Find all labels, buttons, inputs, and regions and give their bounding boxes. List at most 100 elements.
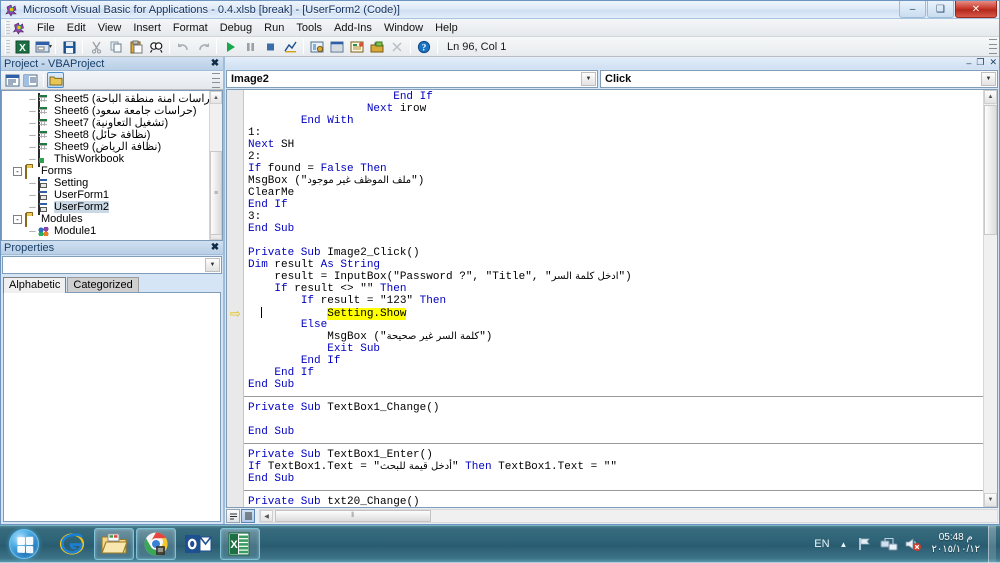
menu-window[interactable]: Window bbox=[378, 21, 429, 35]
code-close-button[interactable]: ✕ bbox=[989, 57, 997, 68]
paste-icon[interactable] bbox=[126, 38, 146, 56]
procedure-view-button[interactable] bbox=[226, 509, 240, 523]
code-line[interactable]: Setting.Show bbox=[244, 307, 997, 319]
code-line[interactable]: MsgBox ("ملف الموظف غير موجود") bbox=[244, 175, 997, 187]
menu-tools[interactable]: Tools bbox=[290, 21, 328, 35]
taskbar-google-chrome[interactable] bbox=[136, 528, 176, 560]
tree-row-sheet9[interactable]: ─ Sheet9 (نظافة الرياض) bbox=[2, 141, 222, 153]
code-line[interactable]: Private Sub TextBox1_Enter() bbox=[244, 449, 997, 461]
tree-row-sheet5[interactable]: ─ Sheet5 (حراسات امنة منطقة الباحة) bbox=[2, 93, 222, 105]
code-line[interactable] bbox=[244, 235, 997, 247]
menu-insert[interactable]: Insert bbox=[127, 21, 167, 35]
reset-icon[interactable] bbox=[260, 38, 280, 56]
view-code-icon[interactable] bbox=[4, 72, 21, 88]
code-line[interactable] bbox=[244, 414, 997, 426]
code-line[interactable]: If TextBox1.Text = "أدخل قيمة للبحث" The… bbox=[244, 461, 997, 473]
minimize-button[interactable]: – bbox=[899, 1, 926, 18]
scroll-up-icon[interactable]: ▲ bbox=[984, 90, 997, 104]
design-mode-icon[interactable] bbox=[280, 38, 300, 56]
network-icon[interactable] bbox=[879, 533, 899, 555]
full-module-view-button[interactable] bbox=[241, 509, 255, 523]
code-line[interactable]: Private Sub TextBox1_Change() bbox=[244, 402, 997, 414]
code-line[interactable]: 3: bbox=[244, 211, 997, 223]
taskbar-internet-explorer[interactable] bbox=[52, 528, 92, 560]
code-line[interactable]: End If bbox=[244, 367, 997, 379]
toolbar-gripper[interactable] bbox=[5, 40, 10, 54]
code-line[interactable]: End Sub bbox=[244, 473, 997, 485]
code-minimize-button[interactable]: – bbox=[966, 58, 971, 68]
code-margin-indicator-bar[interactable]: ⇨ bbox=[227, 90, 244, 507]
properties-pane-titlebar[interactable]: Properties ✖ bbox=[1, 241, 223, 255]
volume-muted-icon[interactable] bbox=[903, 533, 923, 555]
project-pane-titlebar[interactable]: Project - VBAProject ✖ bbox=[1, 57, 223, 71]
code-line[interactable]: End With bbox=[244, 115, 997, 127]
scroll-left-icon[interactable]: ◀ bbox=[260, 510, 273, 522]
properties-pane-close-icon[interactable]: ✖ bbox=[209, 241, 221, 254]
code-window-titlebar[interactable]: – ❐ ✕ bbox=[225, 57, 999, 69]
cut-icon[interactable] bbox=[86, 38, 106, 56]
code-restore-button[interactable]: ❐ bbox=[976, 57, 984, 68]
properties-object-combo[interactable]: ▼ bbox=[2, 256, 222, 274]
show-desktop-button[interactable] bbox=[988, 526, 996, 563]
code-line[interactable]: Dim result As String bbox=[244, 259, 997, 271]
title-bar[interactable]: Microsoft Visual Basic for Applications … bbox=[1, 1, 999, 19]
toggle-folders-icon[interactable] bbox=[47, 72, 64, 88]
action-center-flag-icon[interactable] bbox=[855, 533, 875, 555]
code-line[interactable]: If found = False Then bbox=[244, 163, 997, 175]
code-text-area[interactable]: End If Next irow End With1:Next SH2:If f… bbox=[244, 90, 997, 507]
tree-row-sheet7[interactable]: ─ Sheet7 (تشغيل التعاونية) bbox=[2, 117, 222, 129]
taskbar-excel[interactable]: X bbox=[220, 528, 260, 560]
break-icon[interactable] bbox=[240, 38, 260, 56]
undo-icon[interactable] bbox=[173, 38, 193, 56]
menu-help[interactable]: Help bbox=[429, 21, 464, 35]
project-explorer-icon[interactable] bbox=[307, 38, 327, 56]
code-line[interactable]: If result = "123" Then bbox=[244, 295, 997, 307]
code-line[interactable]: Next irow bbox=[244, 103, 997, 115]
language-indicator[interactable]: EN bbox=[814, 538, 829, 550]
scroll-down-icon[interactable]: ▼ bbox=[984, 493, 997, 507]
chevron-down-icon[interactable]: ▼ bbox=[581, 72, 596, 86]
insert-userform-icon[interactable] bbox=[32, 38, 52, 56]
menu-edit[interactable]: Edit bbox=[61, 21, 92, 35]
code-line[interactable]: 1: bbox=[244, 127, 997, 139]
tree-row-sheet6[interactable]: ─ Sheet6 (حراسات جامعة سعود) bbox=[2, 105, 222, 117]
tree-row-thisworkbook[interactable]: ─ ThisWorkbook bbox=[2, 153, 222, 165]
tab-categorized[interactable]: Categorized bbox=[67, 277, 138, 292]
tree-row-forms-group[interactable]: - Forms bbox=[2, 165, 222, 177]
hscroll-thumb[interactable]: ⦀ bbox=[275, 510, 431, 522]
code-vertical-scrollbar[interactable]: ▲ ▼ bbox=[983, 90, 997, 507]
menu-view[interactable]: View bbox=[92, 21, 128, 35]
scroll-up-icon[interactable]: ▲ bbox=[210, 91, 222, 104]
tree-row-setting[interactable]: ─ Setting bbox=[2, 177, 222, 189]
tree-row-userform2[interactable]: ─ UserForm2 bbox=[2, 201, 222, 213]
show-hidden-icons-button[interactable]: ▲ bbox=[840, 540, 848, 549]
toolbox-icon[interactable] bbox=[367, 38, 387, 56]
chevron-down-icon[interactable]: ▼ bbox=[205, 258, 220, 272]
code-line[interactable]: Else bbox=[244, 319, 997, 331]
properties-window-icon[interactable] bbox=[327, 38, 347, 56]
menu-debug[interactable]: Debug bbox=[214, 21, 258, 35]
properties-grid[interactable] bbox=[3, 292, 221, 522]
tree-row-modules-group[interactable]: - Modules bbox=[2, 213, 222, 225]
code-line[interactable]: End Sub bbox=[244, 379, 997, 391]
procedure-combo[interactable]: Click ▼ bbox=[600, 70, 998, 88]
tree-row-userform1[interactable]: ─ UserForm1 bbox=[2, 189, 222, 201]
scroll-thumb[interactable]: ≡ bbox=[210, 151, 222, 235]
collapse-toggle-icon[interactable]: - bbox=[13, 167, 22, 176]
find-icon[interactable] bbox=[146, 38, 166, 56]
project-tree-scrollbar[interactable]: ▲ ≡ ▼ bbox=[209, 91, 222, 240]
code-line[interactable]: Next SH bbox=[244, 139, 997, 151]
code-line[interactable]: Exit Sub bbox=[244, 343, 997, 355]
clock[interactable]: 05:48 م ٢٠١٥/١٠/١٢ bbox=[927, 532, 988, 556]
tree-row-sheet8[interactable]: ─ Sheet8 (نظافة حائل) bbox=[2, 129, 222, 141]
code-line[interactable]: End If bbox=[244, 355, 997, 367]
code-line[interactable]: Private Sub Image2_Click() bbox=[244, 247, 997, 259]
collapse-toggle-icon[interactable]: - bbox=[13, 215, 22, 224]
object-browser-icon[interactable] bbox=[347, 38, 367, 56]
code-line[interactable]: 2: bbox=[244, 151, 997, 163]
chevron-down-icon[interactable]: ▼ bbox=[981, 72, 996, 86]
taskbar-outlook[interactable] bbox=[178, 528, 218, 560]
code-line[interactable]: Private Sub txt20_Change() bbox=[244, 496, 997, 507]
code-line[interactable]: MsgBox ("كلمة السر غير صحيحة") bbox=[244, 331, 997, 343]
start-button[interactable] bbox=[2, 526, 46, 562]
